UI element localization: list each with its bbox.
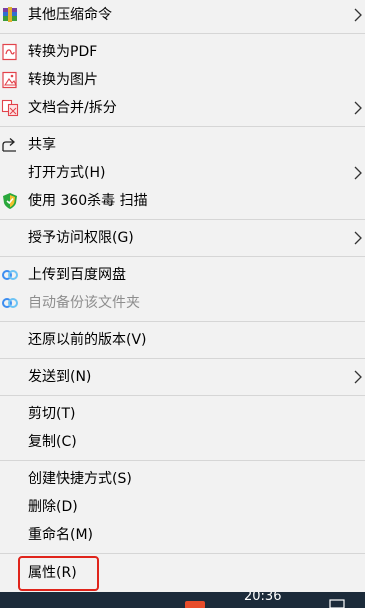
menu-item-label: 使用 360杀毒 扫描 [28, 193, 148, 209]
menu-item-label: 授予访问权限(G) [28, 230, 134, 246]
menu-item-360-scan[interactable]: 使用 360杀毒 扫描 [0, 188, 365, 214]
menu-separator [0, 256, 365, 257]
chevron-right-icon [354, 231, 362, 245]
menu-item-doc-merge-split[interactable]: 文档合并/拆分 [0, 95, 365, 121]
baidu-cloud-icon [2, 270, 18, 280]
menu-separator [0, 395, 365, 396]
share-icon [2, 138, 16, 152]
menu-item-label: 还原以前的版本(V) [28, 332, 147, 348]
menu-item-grant-access[interactable]: 授予访问权限(G) [0, 225, 365, 251]
image-convert-icon [2, 71, 17, 89]
doc-merge-split-icon [1, 99, 19, 117]
baidu-cloud-icon [2, 298, 18, 308]
menu-separator [0, 358, 365, 359]
menu-item-label: 创建快捷方式(S) [28, 471, 132, 487]
menu-item-label: 文档合并/拆分 [28, 100, 117, 116]
properties-highlight-box [18, 556, 99, 591]
menu-item-copy[interactable]: 复制(C) [0, 429, 365, 455]
menu-item-label: 其他压缩命令 [28, 7, 112, 23]
pdf-convert-icon [2, 43, 17, 61]
menu-item-create-shortcut[interactable]: 创建快捷方式(S) [0, 466, 365, 492]
menu-item-label: 转换为图片 [28, 72, 98, 88]
menu-item-label: 发送到(N) [28, 369, 92, 385]
chevron-right-icon [354, 166, 362, 180]
menu-item-convert-pdf[interactable]: 转换为PDF [0, 39, 365, 65]
menu-separator [0, 219, 365, 220]
chevron-right-icon [354, 370, 362, 384]
taskbar-clock[interactable]: 20:36 [244, 592, 281, 604]
menu-item-send-to[interactable]: 发送到(N) [0, 364, 365, 390]
menu-separator [0, 321, 365, 322]
taskbar: 20:36 [0, 592, 365, 608]
menu-separator [0, 33, 365, 34]
menu-item-other-compress[interactable]: 其他压缩命令 [0, 2, 365, 28]
menu-item-restore-versions[interactable]: 还原以前的版本(V) [0, 327, 365, 353]
360-shield-icon [3, 193, 17, 209]
menu-item-delete[interactable]: 删除(D) [0, 494, 365, 520]
menu-item-cut[interactable]: 剪切(T) [0, 401, 365, 427]
menu-item-rename[interactable]: 重命名(M) [0, 522, 365, 548]
menu-item-label: 自动备份该文件夹 [28, 295, 140, 311]
menu-item-convert-image[interactable]: 转换为图片 [0, 67, 365, 93]
menu-item-label: 上传到百度网盘 [28, 267, 126, 283]
menu-item-label: 打开方式(H) [28, 165, 106, 181]
menu-item-share[interactable]: 共享 [0, 132, 365, 158]
menu-item-label: 共享 [28, 137, 56, 153]
winrar-archive-icon [3, 7, 17, 22]
menu-item-label: 复制(C) [28, 434, 77, 450]
notification-icon[interactable] [326, 598, 348, 608]
menu-separator [0, 553, 365, 554]
taskbar-app-icon[interactable] [185, 601, 205, 608]
menu-item-auto-backup[interactable]: 自动备份该文件夹 [0, 290, 365, 316]
menu-item-label: 剪切(T) [28, 406, 76, 422]
chevron-right-icon [354, 8, 362, 22]
menu-item-upload-baidu[interactable]: 上传到百度网盘 [0, 262, 365, 288]
menu-separator [0, 126, 365, 127]
chevron-right-icon [354, 101, 362, 115]
menu-item-label: 删除(D) [28, 499, 78, 515]
menu-item-open-with[interactable]: 打开方式(H) [0, 160, 365, 186]
menu-item-label: 重命名(M) [28, 527, 94, 543]
menu-separator [0, 460, 365, 461]
menu-item-label: 转换为PDF [28, 44, 98, 60]
context-menu: 其他压缩命令 转换为PDF 转换为图片 文档合并/拆分 共享 打开方式(H) 使… [0, 0, 365, 592]
